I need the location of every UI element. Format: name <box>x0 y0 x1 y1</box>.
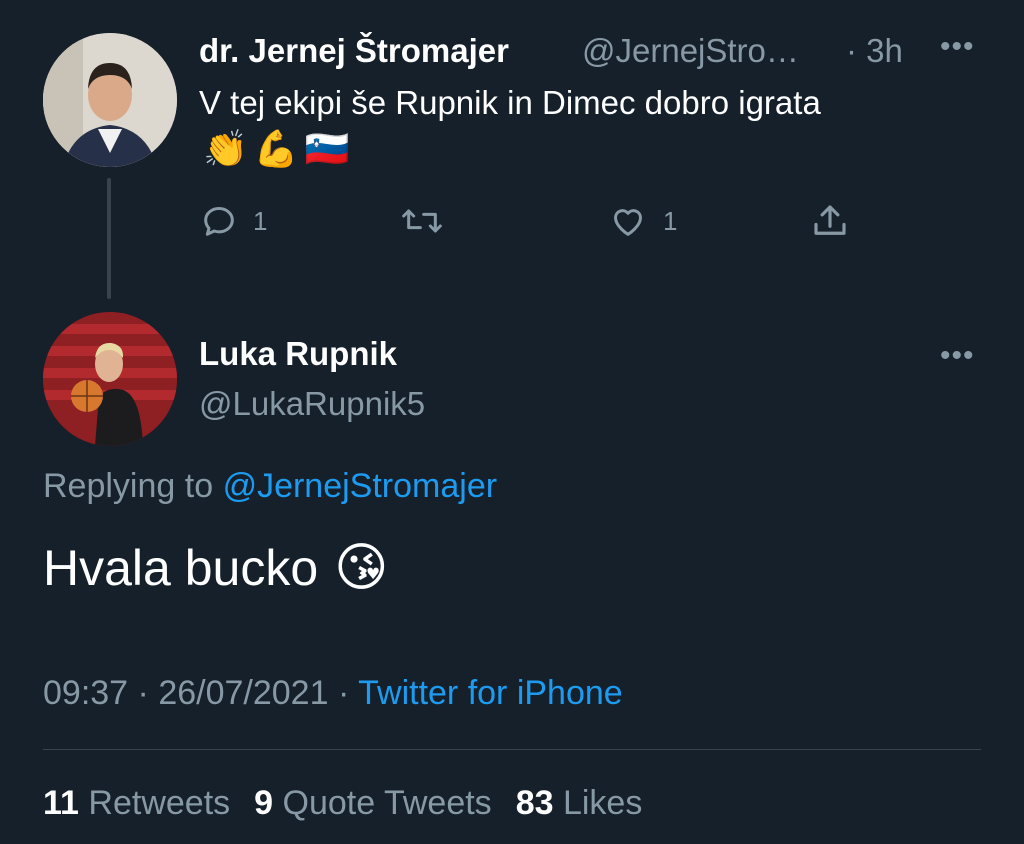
reply-more-icon[interactable]: ••• <box>940 339 975 373</box>
avatar-luka-image <box>43 312 177 446</box>
retweet-icon <box>402 209 442 233</box>
parent-tweet-text: V tej ekipi še Rupnik in Dimec dobro igr… <box>199 84 821 121</box>
flexed-biceps-emoji: 💪 <box>253 128 299 169</box>
replying-to: Replying to @JernejStromajer <box>43 467 497 506</box>
reply-count: 1 <box>253 205 268 236</box>
parent-tweet-age[interactable]: · 3h <box>846 32 903 70</box>
parent-author-handle[interactable]: @JernejStro… <box>582 32 799 70</box>
retweet-button[interactable] <box>400 201 444 241</box>
reply-tweet-text: Hvala bucko <box>43 540 319 596</box>
thread-connector-line <box>107 178 111 299</box>
like-icon <box>614 209 642 236</box>
quote-tweets-count: 9 <box>254 784 274 822</box>
tweet-date: 26/07/2021 <box>158 674 329 712</box>
meta-separator: · <box>137 674 149 712</box>
retweets-label: Retweets <box>88 784 231 822</box>
parent-more-icon[interactable]: ••• <box>940 30 975 64</box>
likes-stat[interactable]: 83 Likes <box>516 784 643 823</box>
reply-button[interactable]: 1 <box>199 201 267 241</box>
meta-separator: · <box>337 674 350 712</box>
reply-author-name[interactable]: Luka Rupnik <box>199 335 397 373</box>
reply-icon <box>204 207 234 236</box>
reply-tweet-text-row: Hvala bucko 😘 <box>43 538 388 598</box>
quote-tweets-label: Quote Tweets <box>282 784 492 822</box>
likes-count: 83 <box>515 784 554 822</box>
retweets-stat[interactable]: 11 Retweets <box>43 784 230 823</box>
slovenia-flag-emoji: 🇸🇮 <box>304 128 350 169</box>
quote-tweets-stat[interactable]: 9 Quote Tweets <box>254 784 492 823</box>
like-button[interactable]: 1 <box>607 201 677 241</box>
tweet-time: 09:37 <box>43 674 129 712</box>
like-count: 1 <box>663 205 678 236</box>
share-button[interactable] <box>809 200 851 242</box>
avatar-jernej-image <box>43 33 177 167</box>
replying-to-handle-link[interactable]: @JernejStromajer <box>223 467 498 505</box>
clapping-hands-emoji: 👏 <box>203 128 248 169</box>
reply-author-handle[interactable]: @LukaRupnik5 <box>199 385 425 423</box>
retweets-count: 11 <box>43 784 79 822</box>
tweet-stats: 11 Retweets 9 Quote Tweets 83 Likes <box>43 784 642 823</box>
tweet-client-link[interactable]: Twitter for iPhone <box>358 674 623 712</box>
kissing-face-emoji: 😘 <box>334 539 389 597</box>
share-icon <box>814 205 846 235</box>
stats-divider <box>43 749 981 750</box>
avatar-jernej[interactable] <box>43 33 177 167</box>
tweet-metadata: 09:37 · 26/07/2021 · Twitter for iPhone <box>43 674 623 713</box>
parent-tweet-emojis: 👏 💪 🇸🇮 <box>203 128 349 170</box>
avatar-luka[interactable] <box>43 312 177 446</box>
likes-label: Likes <box>562 784 643 822</box>
parent-author-name[interactable]: dr. Jernej Štromajer <box>199 32 509 70</box>
replying-to-prefix: Replying to <box>43 467 214 505</box>
